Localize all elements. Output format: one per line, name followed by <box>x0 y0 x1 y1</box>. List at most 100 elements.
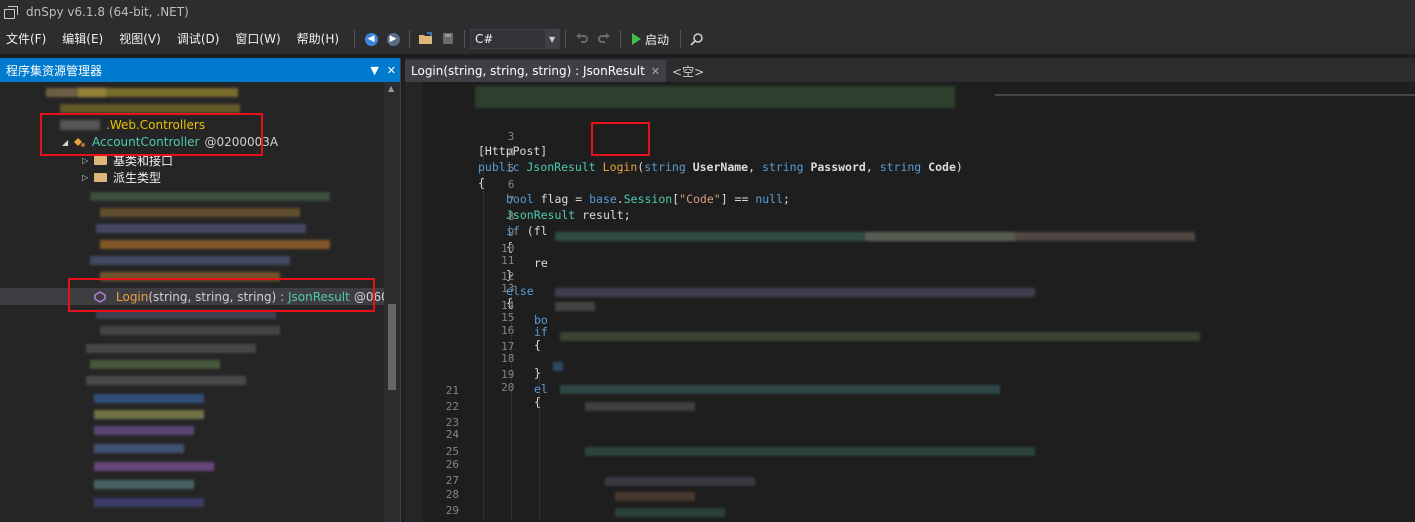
tab-login[interactable]: Login(string, string, string) : JsonResu… <box>405 60 667 82</box>
blurred-code <box>560 385 1000 394</box>
highlight-box-method <box>68 278 375 312</box>
blurred-code <box>585 447 1035 456</box>
toolbar-separator <box>409 30 411 48</box>
editor-body[interactable]: 3 [HttpPost] 4 public JsonResult Login(s… <box>405 82 1415 522</box>
toolbar-separator <box>354 30 356 48</box>
blurred-tree-row <box>94 426 194 435</box>
highlight-box-login <box>591 122 650 156</box>
undo-button[interactable] <box>573 30 591 48</box>
toolbar-separator <box>680 30 682 48</box>
toolbar-separator <box>464 30 466 48</box>
derived-types-label: 派生类型 <box>113 171 162 185</box>
blurred-code <box>615 492 695 501</box>
undo-icon <box>576 33 588 43</box>
code-line: 16 { <box>405 310 1415 352</box>
open-button[interactable] <box>417 30 435 48</box>
assembly-explorer-header: 程序集资源管理器 ▼ ✕ <box>0 58 400 82</box>
toolbar-separator <box>620 30 622 48</box>
blurred-code <box>555 302 595 311</box>
scrollbar-thumb[interactable] <box>388 304 396 390</box>
redo-icon <box>598 33 611 43</box>
search-icon <box>690 33 703 46</box>
menu-view[interactable]: 视图(V) <box>113 28 171 50</box>
blurred-tree-row <box>94 462 214 471</box>
blurred-tree-row <box>60 104 240 113</box>
dropdown-icon[interactable]: ▼ <box>370 64 378 77</box>
blurred-code <box>585 402 695 411</box>
save-all-button[interactable] <box>439 30 457 48</box>
blurred-code <box>555 288 1035 297</box>
line-number: 27 <box>445 474 459 487</box>
blurred-code <box>865 232 1195 241</box>
blurred-tree-row <box>94 394 204 403</box>
toolbar-separator <box>565 30 567 48</box>
tab-empty[interactable]: <空> <box>666 60 710 82</box>
blurred-code <box>475 86 955 108</box>
search-button[interactable] <box>688 30 706 48</box>
chevron-down-icon: ▼ <box>545 30 560 48</box>
code-line: 6 bool flag = base.Session["Code"] == nu… <box>405 164 1415 206</box>
close-icon[interactable]: ✕ <box>651 65 660 78</box>
explorer-scrollbar[interactable]: ▲ <box>384 82 400 522</box>
title-bar: dnSpy v6.1.8 (64-bit, .NET) <box>0 0 1415 24</box>
back-button[interactable]: ◀ <box>362 30 380 48</box>
blurred-code <box>553 362 563 371</box>
menu-edit[interactable]: 编辑(E) <box>56 28 113 50</box>
blurred-tree-row <box>86 376 246 385</box>
blurred-tree-row <box>94 410 204 419</box>
code-line: 4 public JsonResult Login(string UserNam… <box>405 132 1415 174</box>
start-label: 启动 <box>645 32 670 47</box>
folder-icon <box>94 156 107 165</box>
derived-types-node[interactable]: ▷ 派生类型 <box>82 169 161 186</box>
line-number: 22 <box>445 400 459 413</box>
line-number: 26 <box>445 458 459 471</box>
save-icon <box>443 33 454 44</box>
code-editor: Login(string, string, string) : JsonResu… <box>405 58 1415 522</box>
code-line: 29 <box>405 504 1415 519</box>
panel-title: 程序集资源管理器 <box>6 63 103 78</box>
menu-debug[interactable]: 调试(D) <box>171 28 230 50</box>
code-line: 27 <box>405 474 1415 489</box>
code-line: 11 } <box>405 240 1415 282</box>
blurred-tree-row <box>78 88 238 97</box>
language-select[interactable]: C# ▼ <box>470 29 561 49</box>
menu-window[interactable]: 窗口(W) <box>229 28 290 50</box>
close-icon[interactable]: ✕ <box>387 64 396 77</box>
code-line: 24 <box>405 428 1415 443</box>
code-line: 28 <box>405 488 1415 503</box>
open-folder-icon <box>419 32 433 44</box>
blurred-tree-row <box>100 208 300 217</box>
blurred-code <box>560 332 1200 341</box>
tab-label: <空> <box>672 64 705 79</box>
menu-help[interactable]: 帮助(H) <box>291 28 349 50</box>
forward-button[interactable]: ▶ <box>384 30 402 48</box>
blurred-tree-row <box>100 326 280 335</box>
blurred-tree-row <box>94 480 194 489</box>
code-line: 22 <box>405 400 1415 415</box>
code-line: 3 [HttpPost] <box>405 116 1415 158</box>
blurred-tree-row <box>90 256 290 265</box>
tab-label: Login(string, string, string) : JsonResu… <box>411 64 645 78</box>
play-icon <box>632 33 642 45</box>
forward-arrow-icon: ▶ <box>386 32 400 46</box>
blurred-code <box>615 508 725 517</box>
code-line: 26 <box>405 458 1415 473</box>
assembly-explorer: 程序集资源管理器 ▼ ✕ .Web.Controllers ◢ AccountC… <box>0 58 401 522</box>
folder-icon <box>94 173 107 182</box>
line-number: 21 <box>445 384 459 397</box>
blurred-tree-row <box>90 192 330 201</box>
scroll-up-icon[interactable]: ▲ <box>388 84 394 93</box>
blurred-tree-row <box>100 240 330 249</box>
code-line: 7 JsonResult result; <box>405 180 1415 222</box>
code-divider <box>995 94 1415 96</box>
code-line: 9 { <box>405 212 1415 254</box>
redo-button[interactable] <box>595 30 613 48</box>
app-icon <box>4 6 18 19</box>
start-button[interactable]: 启动 <box>626 31 675 48</box>
highlight-box-class <box>40 113 263 156</box>
code-line: 13 { <box>405 268 1415 310</box>
code-line: 8 if (fl <box>405 196 1415 238</box>
editor-tabs: Login(string, string, string) : JsonResu… <box>405 58 1415 82</box>
code-line: 5 { <box>405 148 1415 190</box>
menu-file[interactable]: 文件(F) <box>0 28 56 50</box>
